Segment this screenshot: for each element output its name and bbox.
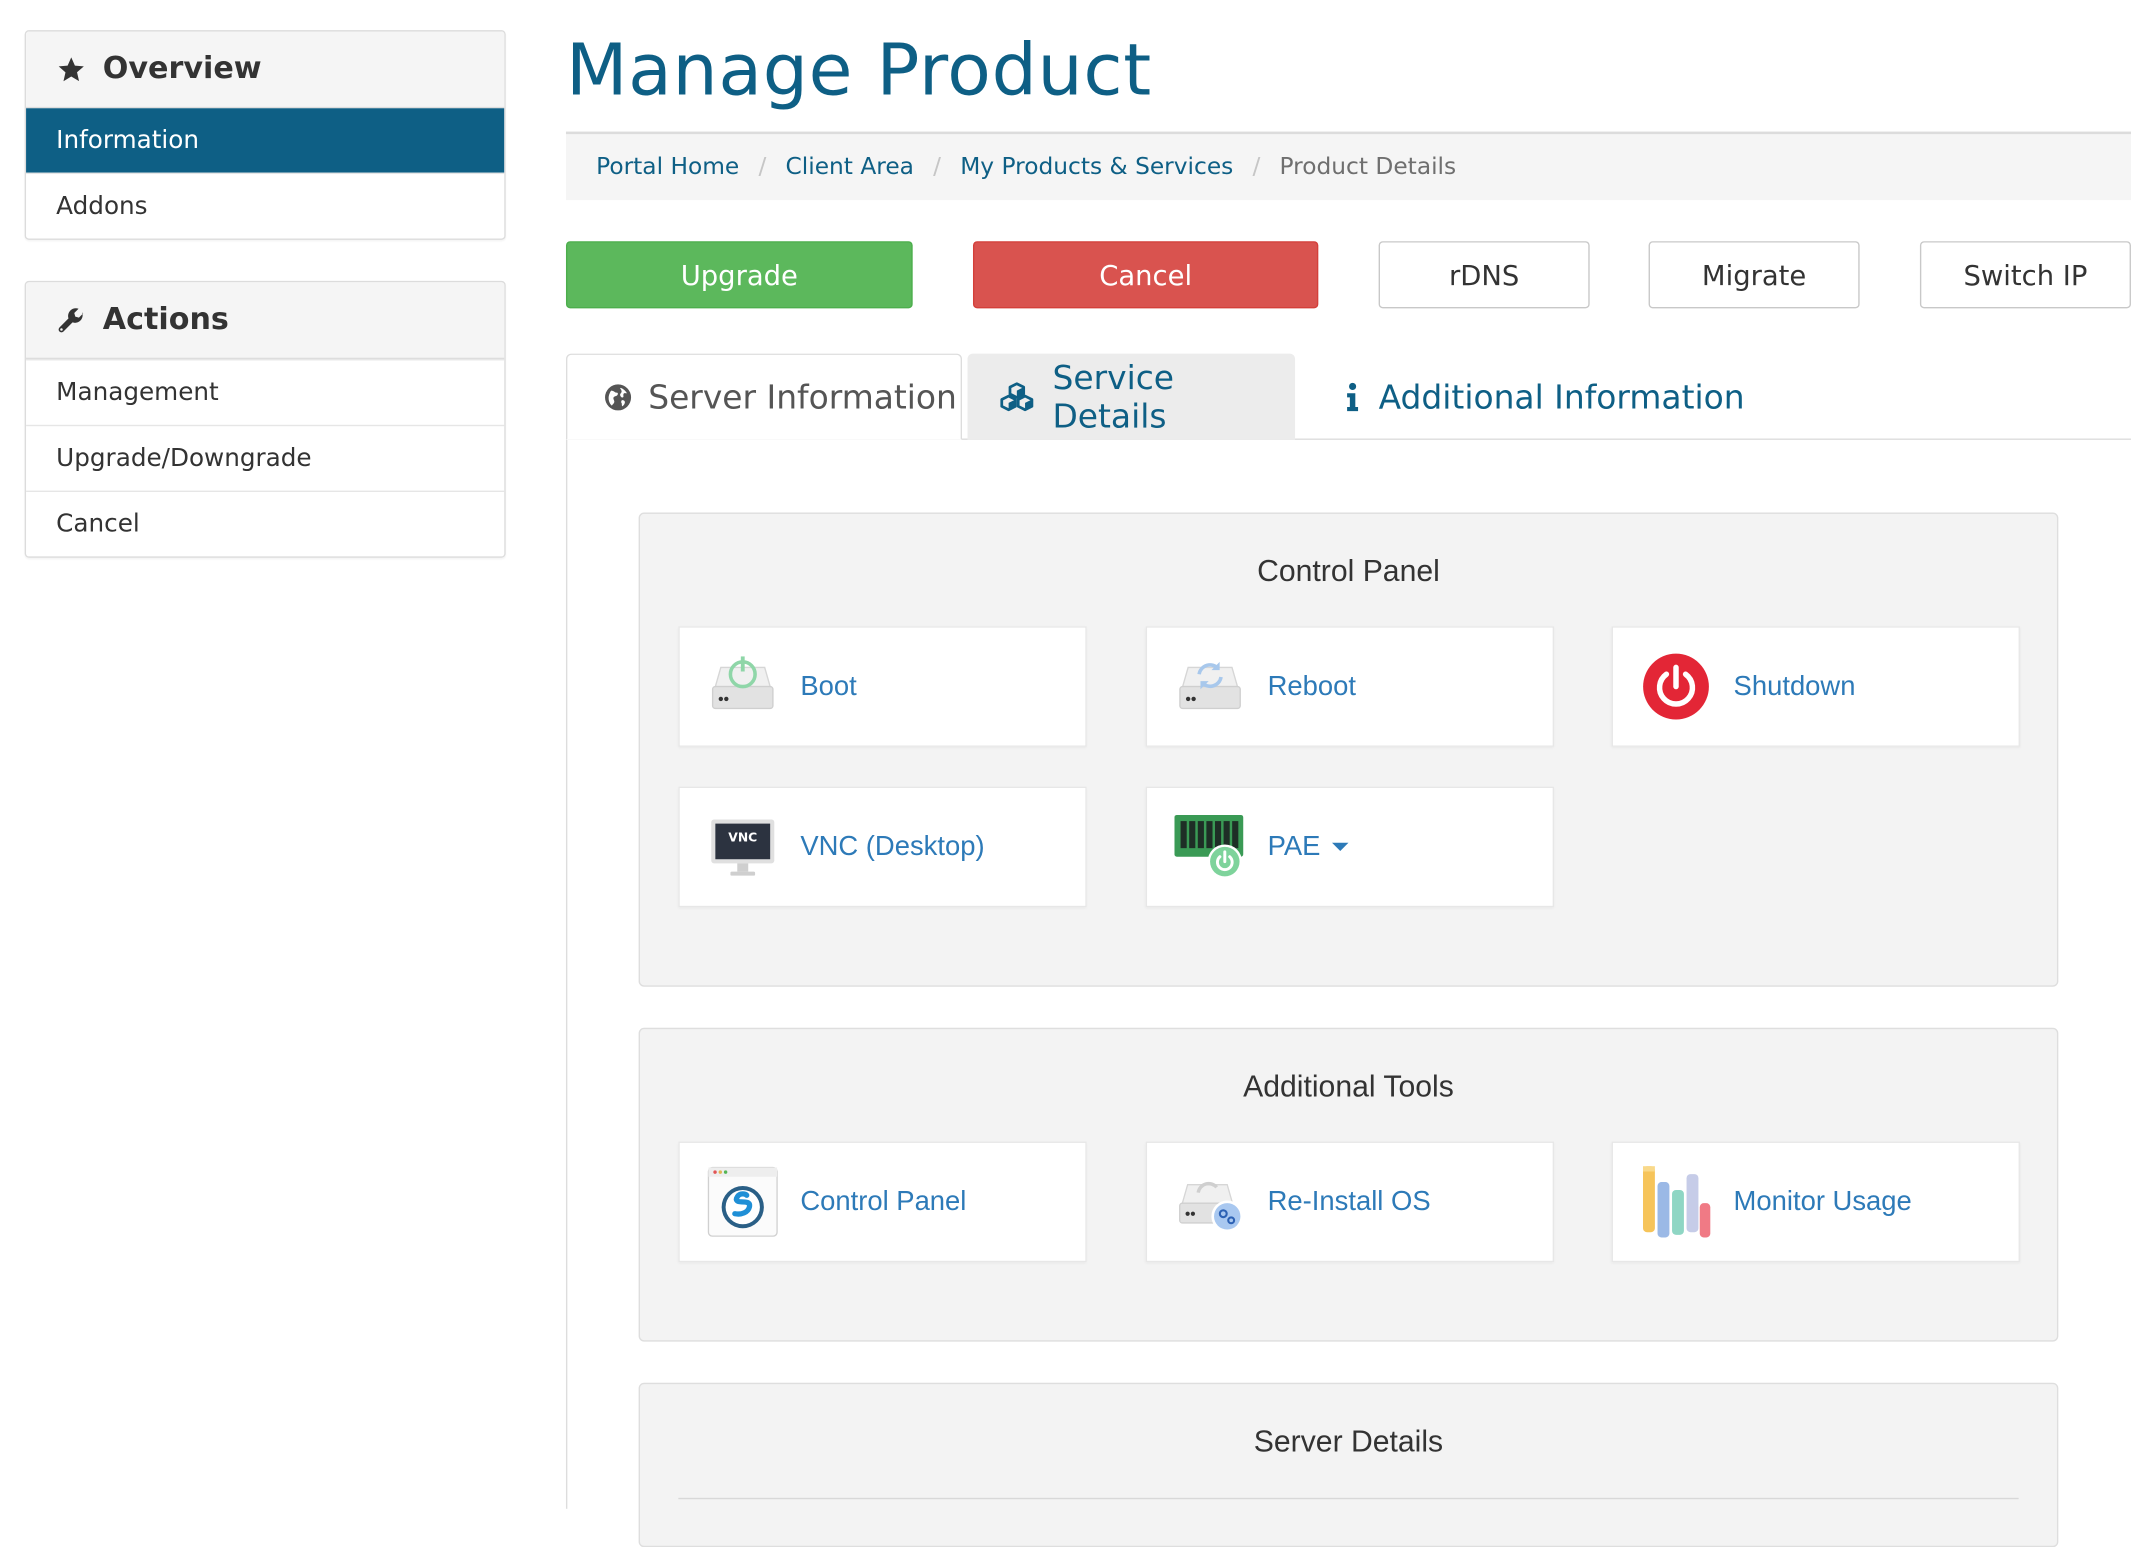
info-icon — [1343, 382, 1362, 412]
switch-ip-button[interactable]: Switch IP — [1919, 241, 2131, 309]
vnc-label: VNC (Desktop) — [800, 831, 985, 862]
migrate-button[interactable]: Migrate — [1648, 241, 1860, 309]
control-panel-title: Control Panel — [1257, 553, 1440, 588]
star-icon — [56, 54, 86, 84]
globe-icon — [604, 383, 632, 410]
tab-server-information[interactable]: Server Information — [565, 353, 963, 440]
tab-additional-information[interactable]: Additional Information — [1316, 354, 1755, 440]
upgrade-button[interactable]: Upgrade — [565, 241, 913, 309]
sidebar-item-cancel[interactable]: Cancel — [26, 490, 505, 557]
breadcrumb-separator: / — [1252, 153, 1261, 181]
memory-power-icon — [1174, 811, 1245, 882]
reboot-card[interactable]: Reboot — [1145, 626, 1555, 747]
page-title: Manage Product — [565, 30, 1152, 113]
overview-panel: Overview Information Addons — [24, 30, 506, 240]
reboot-drive-icon — [1174, 651, 1245, 722]
reinstall-os-label: Re-Install OS — [1267, 1186, 1431, 1217]
tab-additional-information-label: Additional Information — [1378, 377, 1745, 416]
reinstall-drive-icon — [1174, 1166, 1245, 1237]
boot-drive-icon — [707, 651, 778, 722]
reboot-label: Reboot — [1267, 670, 1357, 701]
power-icon — [1640, 651, 1711, 722]
control-panel-app-icon — [707, 1166, 778, 1237]
breadcrumb-my-products[interactable]: My Products & Services — [960, 153, 1233, 180]
svg-text:VNC: VNC — [728, 830, 757, 844]
control-panel-section: Control Panel Boot Reboot Shutdown VNC V… — [638, 512, 2059, 987]
usage-bars-icon — [1640, 1166, 1711, 1238]
rdns-button[interactable]: rDNS — [1378, 241, 1590, 309]
sidebar-item-management[interactable]: Management — [26, 359, 505, 425]
server-details-title: Server Details — [1253, 1423, 1444, 1459]
wrench-icon — [56, 305, 86, 335]
breadcrumb-separator: / — [758, 153, 767, 181]
server-details-divider — [678, 1497, 2019, 1500]
breadcrumb: Portal Home / Client Area / My Products … — [565, 134, 2131, 201]
reinstall-os-card[interactable]: Re-Install OS — [1145, 1141, 1555, 1263]
server-details-section: Server Details — [638, 1382, 2059, 1547]
monitor-usage-card[interactable]: Monitor Usage — [1611, 1141, 2020, 1263]
sidebar-item-addons[interactable]: Addons — [26, 172, 505, 239]
vnc-card[interactable]: VNC VNC (Desktop) — [678, 786, 1087, 908]
breadcrumb-portal-home[interactable]: Portal Home — [596, 153, 739, 180]
sidebar-item-information[interactable]: Information — [26, 108, 505, 173]
overview-heading: Overview — [26, 31, 505, 109]
pae-label: PAE — [1267, 831, 1321, 862]
breadcrumb-product-details: Product Details — [1279, 153, 1457, 181]
sidebar-item-upgrade-downgrade[interactable]: Upgrade/Downgrade — [26, 424, 505, 491]
boot-label: Boot — [800, 670, 857, 701]
cancel-button[interactable]: Cancel — [972, 241, 1319, 309]
overview-title: Overview — [102, 52, 262, 87]
actions-title: Actions — [102, 302, 229, 338]
boot-card[interactable]: Boot — [678, 626, 1087, 747]
vnc-monitor-icon: VNC — [707, 811, 778, 882]
shutdown-label: Shutdown — [1733, 670, 1856, 701]
monitor-usage-label: Monitor Usage — [1733, 1186, 1912, 1217]
tab-server-information-label: Server Information — [648, 377, 957, 416]
actions-heading: Actions — [26, 282, 505, 360]
chevron-down-icon[interactable] — [1331, 842, 1348, 852]
breadcrumb-client-area[interactable]: Client Area — [785, 153, 913, 180]
tab-service-details-label: Service Details — [1052, 358, 1175, 436]
breadcrumb-separator: / — [933, 153, 942, 181]
additional-tools-section: Additional Tools Control Panel Re-Instal… — [638, 1027, 2059, 1342]
actions-panel: Actions Management Upgrade/Downgrade Can… — [24, 280, 506, 558]
cubes-icon — [998, 380, 1036, 413]
control-panel-card[interactable]: Control Panel — [678, 1141, 1087, 1263]
control-panel-label: Control Panel — [800, 1186, 967, 1217]
tab-service-details[interactable]: Service Details — [967, 353, 1296, 440]
additional-tools-title: Additional Tools — [1243, 1068, 1454, 1104]
pae-card[interactable]: PAE — [1145, 786, 1555, 908]
shutdown-card[interactable]: Shutdown — [1611, 626, 2020, 747]
